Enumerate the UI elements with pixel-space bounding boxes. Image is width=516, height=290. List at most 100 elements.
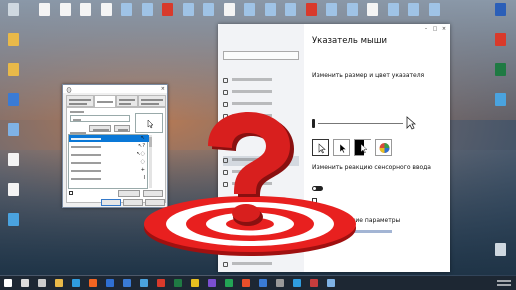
pdf-icon — [305, 3, 317, 16]
nav-item[interactable] — [223, 260, 299, 270]
app-icon[interactable] — [174, 279, 182, 287]
desktop-icon[interactable] — [1, 122, 27, 148]
app-icon[interactable] — [225, 279, 233, 287]
browser-icon[interactable] — [72, 279, 80, 287]
list-item[interactable]: ↖◌ — [69, 151, 149, 158]
user-icon — [8, 63, 19, 76]
search-icon[interactable] — [21, 279, 29, 287]
desktop-icon[interactable] — [488, 242, 514, 268]
app-icon[interactable] — [208, 279, 216, 287]
start-icon[interactable] — [4, 279, 12, 287]
desktop-icon[interactable] — [1, 182, 27, 208]
image-icon — [408, 3, 419, 16]
tab-hardware[interactable] — [138, 95, 166, 107]
delete-button[interactable] — [114, 125, 130, 132]
browser-icon[interactable] — [89, 279, 97, 287]
desktop-icon[interactable] — [1, 92, 27, 118]
image-icon — [182, 3, 194, 16]
image-icon — [387, 3, 399, 16]
question-mark-icon — [208, 112, 294, 226]
document-icon — [8, 153, 19, 166]
desktop-icon[interactable] — [488, 62, 514, 88]
ok-button[interactable] — [101, 199, 121, 206]
app-icon — [8, 213, 19, 226]
image-icon — [244, 3, 255, 16]
app-icon[interactable] — [157, 279, 165, 287]
document-icon — [8, 183, 19, 196]
pdf-icon — [495, 33, 506, 46]
app-icon[interactable] — [276, 279, 284, 287]
desktop-icon[interactable] — [1, 32, 27, 58]
app-icon[interactable] — [259, 279, 267, 287]
magnifier-icon — [223, 90, 228, 95]
display-icon — [223, 78, 228, 83]
pointer-size-slider-thumb[interactable] — [312, 119, 315, 128]
app-icon[interactable] — [140, 279, 148, 287]
desktop-icon[interactable] — [488, 92, 514, 118]
pointer-color-inverted[interactable] — [354, 139, 372, 157]
app-icon[interactable] — [327, 279, 335, 287]
save-as-button[interactable] — [89, 125, 111, 132]
use-default-button[interactable] — [118, 190, 140, 197]
app-icon[interactable] — [242, 279, 250, 287]
document-icon — [39, 3, 50, 16]
dialog-tabs — [66, 95, 166, 107]
precision-cursor-icon: + — [140, 167, 145, 173]
desktop-icon[interactable] — [1, 62, 27, 88]
list-item[interactable]: + — [69, 167, 149, 174]
pointer-color-white[interactable] — [312, 139, 329, 156]
image-icon — [428, 3, 440, 16]
dialog-close-icon[interactable]: × — [161, 85, 165, 93]
touch-feedback-toggle[interactable] — [312, 186, 323, 191]
app-icon[interactable] — [310, 279, 318, 287]
mouse-properties-dialog: × ↖ ↖? ↖◌ ◌ + I — [62, 84, 168, 208]
nav-item[interactable] — [223, 76, 299, 86]
document-icon — [59, 3, 71, 16]
explorer-icon[interactable] — [55, 279, 63, 287]
pointer-color-custom[interactable] — [375, 139, 392, 156]
tab-pointers[interactable] — [94, 95, 116, 107]
pointer-color-black[interactable] — [333, 139, 350, 156]
image-icon — [285, 3, 296, 16]
mail-icon[interactable] — [123, 279, 131, 287]
mouse-icon — [66, 86, 72, 93]
page-title: Указатель мыши — [312, 36, 388, 46]
taskbar-clock[interactable] — [497, 278, 511, 288]
image-icon — [203, 3, 214, 16]
desktop-icon[interactable] — [1, 2, 27, 28]
document-icon — [100, 3, 112, 16]
desktop-icon[interactable] — [1, 152, 27, 178]
list-item[interactable]: ↖? — [69, 143, 149, 150]
list-item[interactable]: ◌ — [69, 159, 149, 166]
nav-item[interactable] — [223, 88, 299, 98]
help-cursor-icon: ↖? — [138, 143, 145, 149]
dialog-titlebar: × — [63, 85, 167, 93]
tab-pointer-options[interactable] — [116, 95, 138, 107]
desktop-icon[interactable] — [1, 212, 27, 238]
large-pointer-icon — [406, 116, 416, 130]
desktop-icon[interactable] — [488, 2, 514, 28]
section-heading-touch: Изменить реакцию сенсорного ввода — [312, 164, 431, 171]
list-item[interactable]: I — [69, 175, 149, 182]
document-icon — [80, 3, 91, 16]
app-icon — [495, 93, 506, 106]
scheme-select[interactable] — [70, 115, 130, 122]
desktop-icon[interactable] — [488, 32, 514, 58]
tab-buttons[interactable] — [66, 95, 94, 107]
enable-shadow-checkbox[interactable] — [69, 191, 73, 195]
pointer-list[interactable]: ↖ ↖? ↖◌ ◌ + I — [68, 134, 149, 189]
store-icon[interactable] — [106, 279, 114, 287]
image-icon — [121, 3, 132, 16]
task-view-icon[interactable] — [38, 279, 46, 287]
pointer-size-slider-track[interactable] — [318, 123, 403, 124]
text-cursor-icon: I — [143, 175, 145, 181]
app-icon[interactable] — [293, 279, 301, 287]
taskbar — [0, 276, 516, 290]
busy-cursor-icon: ◌ — [140, 159, 145, 165]
list-scrollbar[interactable] — [149, 135, 152, 188]
settings-search-input[interactable] — [223, 51, 299, 60]
app-icon[interactable] — [191, 279, 199, 287]
pointer-preview — [135, 113, 163, 133]
list-item[interactable]: ↖ — [69, 135, 149, 142]
folder-icon — [8, 33, 19, 46]
